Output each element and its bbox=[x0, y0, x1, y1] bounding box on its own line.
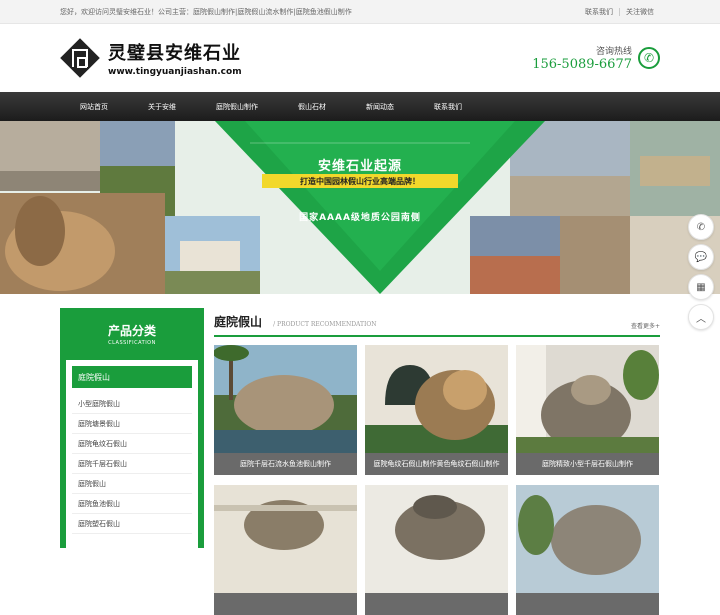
product-caption: 庭院千层石流水鱼池假山制作 bbox=[214, 453, 357, 475]
sidebar-item[interactable]: 庭院龟纹石假山 bbox=[72, 434, 192, 454]
product-sidebar: 产品分类 CLASSIFICATION 庭院假山 小型庭院假山 庭院塘景假山 庭… bbox=[60, 308, 204, 560]
qrcode-icon[interactable]: ▦ bbox=[688, 274, 714, 300]
floating-toolbar: ✆ 💬 ▦ ︿ bbox=[688, 214, 714, 330]
logo-url: www.tingyuanjiashan.com bbox=[108, 67, 242, 77]
sidebar-title-en: CLASSIFICATION bbox=[108, 340, 156, 346]
product-card[interactable]: 庭院千层石流水鱼池假山制作 bbox=[214, 345, 357, 475]
sidebar-item[interactable]: 庭院塘景假山 bbox=[72, 414, 192, 434]
nav-item-contact[interactable]: 联系我们 bbox=[414, 92, 482, 121]
logo-icon bbox=[60, 38, 100, 78]
nav-item-news[interactable]: 新闻动态 bbox=[346, 92, 414, 121]
product-image bbox=[214, 345, 357, 453]
view-more-link[interactable]: 查看更多+ bbox=[631, 321, 660, 330]
header: 灵璧县安维石业 www.tingyuanjiashan.com 咨询热线 156… bbox=[0, 24, 720, 92]
category-list: 庭院假山 小型庭院假山 庭院塘景假山 庭院龟纹石假山 庭院千层石假山 庭院假山 … bbox=[66, 360, 198, 560]
content-area: 产品分类 CLASSIFICATION 庭院假山 小型庭院假山 庭院塘景假山 庭… bbox=[60, 308, 660, 615]
top-bar: 您好，欢迎访问灵璧安维石业！公司主营：庭院假山制作|庭院假山流水制作|庭院鱼池假… bbox=[0, 0, 720, 24]
sidebar-item[interactable]: 小型庭院假山 bbox=[72, 394, 192, 414]
main-nav: 网站首页 关于安维 庭院假山制作 假山石材 新闻动态 联系我们 bbox=[0, 92, 720, 121]
nav-item-rockery[interactable]: 庭院假山制作 bbox=[196, 92, 278, 121]
nav-item-stone[interactable]: 假山石材 bbox=[278, 92, 346, 121]
nav-item-about[interactable]: 关于安维 bbox=[128, 92, 196, 121]
product-caption: 庭院龟纹石假山制作黄色龟纹石假山制作 bbox=[365, 453, 508, 475]
banner-slogan: 打造中国园林假山行业高端品牌！ bbox=[262, 174, 458, 188]
banner-subtitle: 国家AAAA级地质公园南侧 bbox=[299, 213, 421, 223]
product-caption bbox=[516, 593, 659, 615]
nav-item-home[interactable]: 网站首页 bbox=[60, 92, 128, 121]
product-image bbox=[516, 485, 659, 593]
sidebar-item[interactable]: 庭院千层石假山 bbox=[72, 454, 192, 474]
product-card[interactable]: 庭院精致小型千层石假山制作 bbox=[516, 345, 659, 475]
product-card[interactable] bbox=[365, 485, 508, 615]
product-grid: 庭院千层石流水鱼池假山制作 庭院龟纹石假山制作黄色龟纹石假山制作 庭院精致小型千… bbox=[214, 345, 660, 615]
welcome-text: 您好，欢迎访问灵璧安维石业！公司主营：庭院假山制作|庭院假山流水制作|庭院鱼池假… bbox=[60, 8, 352, 16]
product-image bbox=[214, 485, 357, 593]
sidebar-item[interactable]: 庭院塑石假山 bbox=[72, 514, 192, 534]
logo-name: 灵璧县安维石业 bbox=[108, 43, 241, 64]
product-card[interactable] bbox=[214, 485, 357, 615]
hotline-label: 咨询热线 bbox=[595, 47, 632, 57]
product-card[interactable]: 庭院龟纹石假山制作黄色龟纹石假山制作 bbox=[365, 345, 508, 475]
phone-icon: ✆ bbox=[638, 47, 660, 69]
phone-icon[interactable]: ✆ bbox=[688, 214, 714, 240]
banner-graphic bbox=[0, 121, 720, 294]
sidebar-title: 产品分类 bbox=[107, 324, 156, 338]
site-logo[interactable]: 灵璧县安维石业 www.tingyuanjiashan.com bbox=[60, 38, 242, 78]
product-card[interactable] bbox=[516, 485, 659, 615]
product-section: 庭院假山 / PRODUCT RECOMMENDATION 查看更多+ 庭院千层… bbox=[214, 308, 660, 615]
banner-title: 安维石业起源 bbox=[317, 159, 402, 174]
chat-icon[interactable]: 💬 bbox=[688, 244, 714, 270]
contact-us-link[interactable]: 联系我们 bbox=[579, 7, 619, 17]
follow-wechat-link[interactable]: 关注微信 bbox=[620, 7, 660, 17]
product-image bbox=[365, 485, 508, 593]
sidebar-item[interactable]: 庭院假山 bbox=[72, 474, 192, 494]
hotline-number: 156-5089-6677 bbox=[532, 57, 632, 72]
hero-banner[interactable]: 安维石业起源 打造中国园林假山行业高端品牌！ 国家AAAA级地质公园南侧 bbox=[0, 121, 720, 294]
section-title-en: / PRODUCT RECOMMENDATION bbox=[273, 321, 377, 328]
product-caption bbox=[365, 593, 508, 615]
sidebar-item-active[interactable]: 庭院假山 bbox=[72, 366, 192, 388]
product-caption bbox=[214, 593, 357, 615]
section-title: 庭院假山 bbox=[214, 315, 263, 329]
product-image bbox=[365, 345, 508, 453]
sidebar-item[interactable]: 庭院鱼池假山 bbox=[72, 494, 192, 514]
hotline: 咨询热线 156-5089-6677 ✆ bbox=[532, 44, 660, 72]
back-to-top-icon[interactable]: ︿ bbox=[688, 304, 714, 330]
product-image bbox=[516, 345, 659, 453]
section-header: 庭院假山 / PRODUCT RECOMMENDATION 查看更多+ bbox=[214, 308, 660, 337]
product-caption: 庭院精致小型千层石假山制作 bbox=[516, 453, 659, 475]
